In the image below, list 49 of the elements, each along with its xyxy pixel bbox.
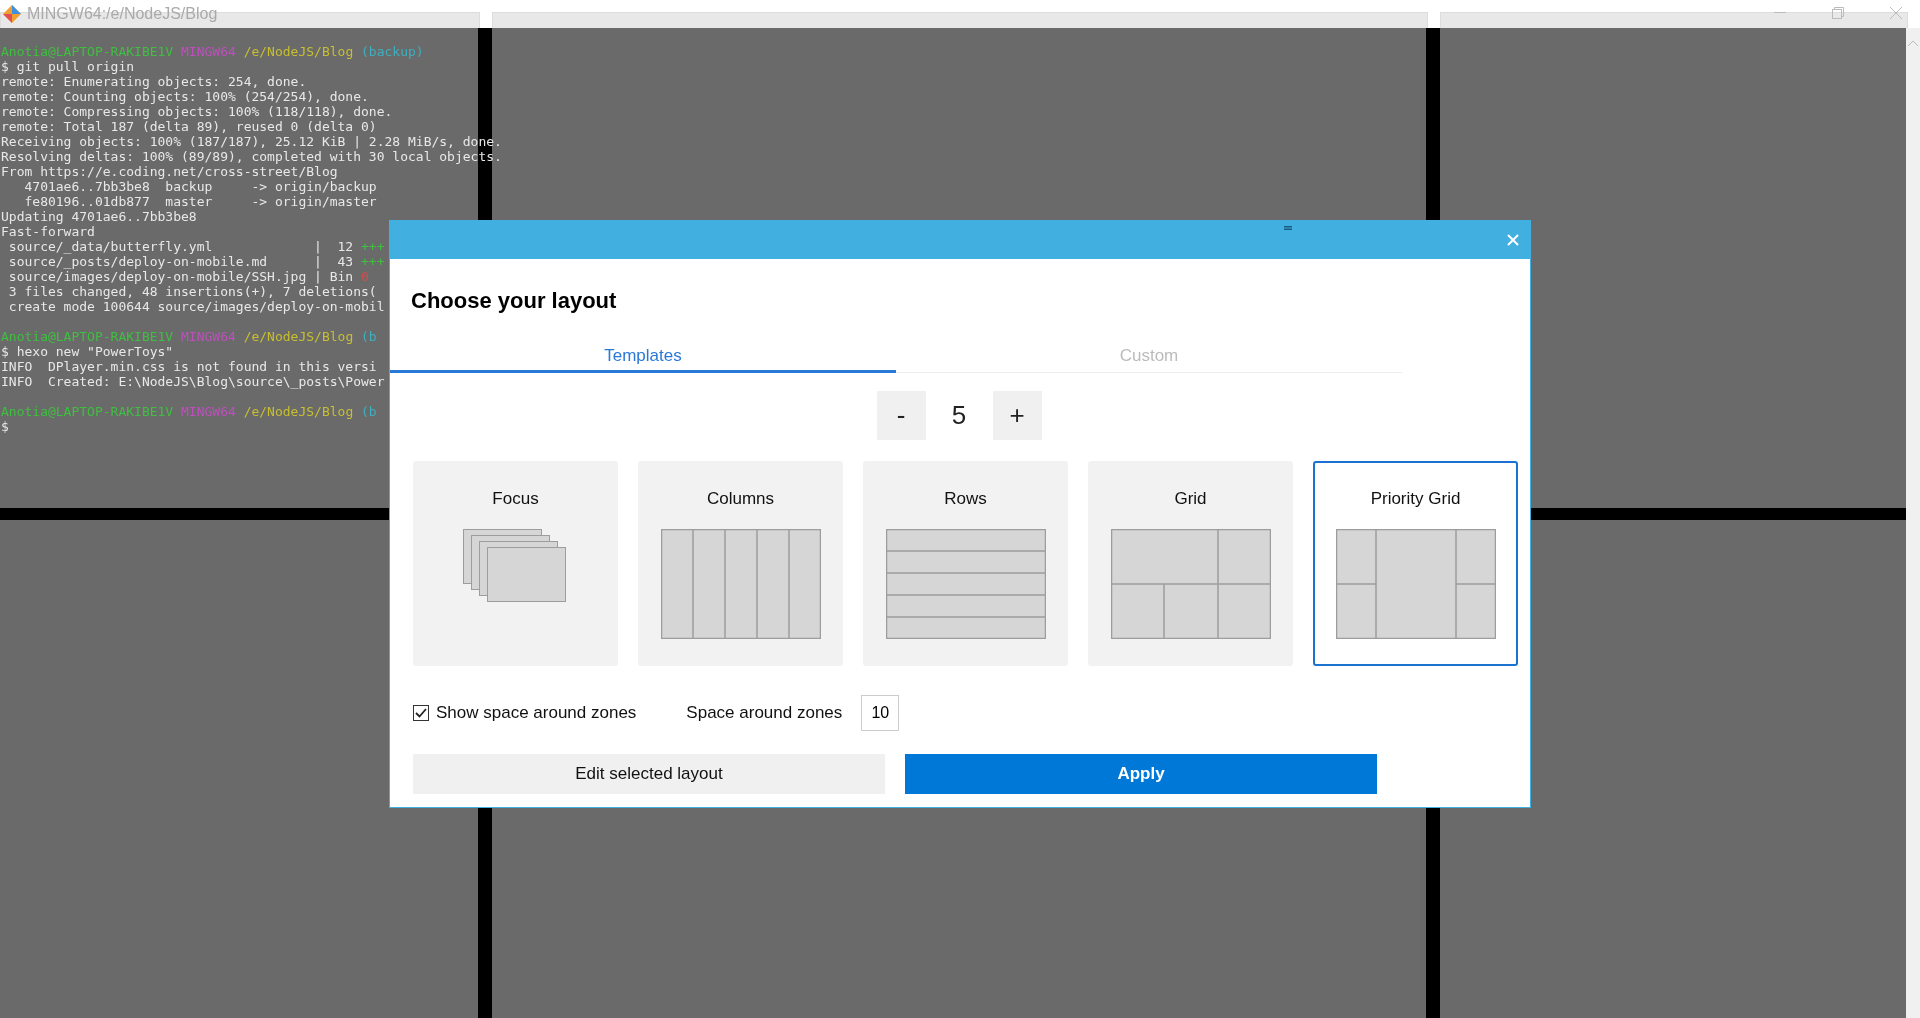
decrement-button[interactable]: -	[876, 391, 926, 440]
terminal-line: create mode 100644 source/images/deploy-on-mobil	[7, 299, 385, 314]
terminal-line: 4701ae6..7bb3be8 backup -> origin/backup	[23, 179, 377, 194]
space-label: Space around zones	[686, 703, 843, 723]
zone-count: 5	[950, 400, 968, 431]
terminal-line: From https://e.coding.net/cross-street/Blog	[1, 164, 338, 179]
terminal-line: 3 files changed, 48 insertions(+), 7 deletions(	[7, 284, 377, 299]
layout-name: Grid	[1174, 489, 1207, 509]
terminal-line: Fast-forward	[1, 224, 95, 239]
layout-name: Priority Grid	[1370, 489, 1461, 509]
layout-card[interactable]: Rows	[863, 461, 1068, 666]
layout-card[interactable]: Columns	[638, 461, 843, 666]
terminal-line: INFO Created: E:\NodeJS\Blog\source\_posts\Power	[1, 374, 385, 389]
terminal-line: INFO DPlayer.min.css is not found in this versi	[1, 359, 377, 374]
terminal-line: $ git pull origin	[1, 59, 135, 74]
terminal-line: remote: Counting objects: 100% (254/254), done.	[1, 89, 369, 104]
terminal-line: fe80196..01db877 master -> origin/master	[23, 194, 377, 209]
dialog-title: Choose your layout	[411, 288, 618, 314]
checkbox-icon[interactable]	[413, 705, 429, 721]
space-input[interactable]: 10	[861, 695, 900, 731]
layout-name: Rows	[944, 489, 987, 509]
terminal-line: remote: Total 187 (delta 89), reused 0 (delta 0)	[1, 119, 377, 134]
apply-button[interactable]: Apply	[905, 754, 1377, 794]
terminal-line: source/images/deploy-on-mobile/SSH.jpg | Bin 0	[7, 269, 369, 284]
terminal-line: $ hexo new "PowerToys"	[1, 344, 174, 359]
layout-name: Columns	[706, 489, 775, 509]
layout-card[interactable]: Grid	[1088, 461, 1293, 666]
terminal-line: Anotia@LAPTOP-RAKIBE1V MINGW64 /e/NodeJS/Blog (b	[1, 404, 377, 419]
terminal-line: remote: Enumerating objects: 254, done.	[1, 74, 307, 89]
increment-button[interactable]: +	[992, 391, 1042, 440]
grip-icon	[1284, 226, 1292, 230]
close-icon[interactable]	[1890, 7, 1902, 19]
terminal-line: remote: Compressing objects: 100% (118/118), done.	[1, 104, 393, 119]
minimize-icon[interactable]	[1774, 12, 1786, 14]
terminal-line: source/_data/butterfly.yml | 12 +++	[7, 239, 385, 254]
window-title: MINGW64:/e/NodeJS/Blog	[27, 5, 218, 23]
terminal-line: source/_posts/deploy-on-mobile.md | 43 +++	[7, 254, 385, 269]
terminal-line: Anotia@LAPTOP-RAKIBE1V MINGW64 /e/NodeJS/Blog (backup)	[1, 44, 424, 59]
edit-button[interactable]: Edit selected layout	[413, 754, 885, 794]
terminal-line: Updating 4701ae6..7bb3be8	[1, 209, 197, 224]
terminal-line: $	[1, 419, 9, 434]
layout-card[interactable]: Focus	[413, 461, 618, 666]
show-space-checkbox[interactable]: Show space around zones	[413, 703, 637, 723]
layout-name: Focus	[492, 489, 539, 509]
tab[interactable]: Templates	[390, 346, 896, 373]
terminal-line: Anotia@LAPTOP-RAKIBE1V MINGW64 /e/NodeJS/Blog (b	[1, 329, 377, 344]
scroll-up-icon[interactable]	[1908, 40, 1918, 46]
layout-card[interactable]: Priority Grid	[1313, 461, 1518, 666]
restore-icon[interactable]	[1832, 7, 1844, 19]
